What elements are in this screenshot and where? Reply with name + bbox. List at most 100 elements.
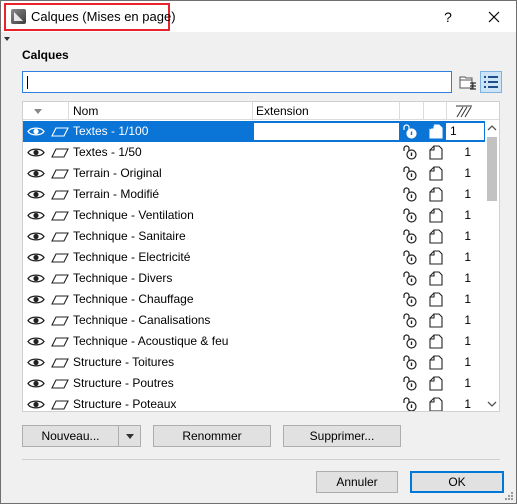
layer-number: 1 xyxy=(464,250,471,264)
eye-icon[interactable] xyxy=(27,189,45,200)
eye-icon[interactable] xyxy=(27,336,45,347)
eye-icon[interactable] xyxy=(27,357,45,368)
eye-icon[interactable] xyxy=(27,147,45,158)
page-icon[interactable] xyxy=(429,166,443,181)
eye-icon[interactable] xyxy=(27,168,45,179)
table-row[interactable]: Structure - Poteaux 1 xyxy=(23,394,485,412)
lock-open-icon[interactable] xyxy=(402,124,418,139)
help-button[interactable]: ? xyxy=(437,7,459,27)
table-row[interactable]: Textes - 1/100 1 xyxy=(23,121,485,142)
layer-icon xyxy=(51,316,69,326)
lock-open-icon[interactable] xyxy=(402,355,418,370)
table-row[interactable]: Technique - Ventilation 1 xyxy=(23,205,485,226)
ok-button[interactable]: OK xyxy=(410,471,504,493)
lock-open-icon[interactable] xyxy=(402,250,418,265)
table-row[interactable]: Terrain - Modifié 1 xyxy=(23,184,485,205)
layer-icon xyxy=(51,253,69,263)
table-row[interactable]: Technique - Chauffage 1 xyxy=(23,289,485,310)
lock-open-icon[interactable] xyxy=(402,229,418,244)
table-row[interactable]: Terrain - Original 1 xyxy=(23,163,485,184)
table-row[interactable]: Textes - 1/50 1 xyxy=(23,142,485,163)
lock-open-icon[interactable] xyxy=(402,376,418,391)
page-icon[interactable] xyxy=(429,229,443,244)
header-separator xyxy=(252,102,253,120)
layer-number: 1 xyxy=(464,313,471,327)
table-row[interactable]: Technique - Canalisations 1 xyxy=(23,310,485,331)
page-icon[interactable] xyxy=(429,250,443,265)
page-icon[interactable] xyxy=(429,313,443,328)
page-icon[interactable] xyxy=(429,271,443,286)
eye-icon[interactable] xyxy=(27,399,45,410)
eye-icon[interactable] xyxy=(27,378,45,389)
layer-name: Textes - 1/100 xyxy=(73,124,149,138)
column-header-name[interactable]: Nom xyxy=(73,102,98,120)
lock-open-icon[interactable] xyxy=(402,313,418,328)
page-icon[interactable] xyxy=(429,376,443,391)
layer-number: 1 xyxy=(464,355,471,369)
list-icon xyxy=(484,76,498,88)
lock-open-icon[interactable] xyxy=(402,145,418,160)
layer-extension[interactable] xyxy=(254,123,399,140)
eye-icon[interactable] xyxy=(27,252,45,263)
resize-grip-icon[interactable] xyxy=(504,491,514,501)
table-row[interactable]: Technique - Divers 1 xyxy=(23,268,485,289)
page-icon[interactable] xyxy=(429,355,443,370)
layer-name: Structure - Toitures xyxy=(73,355,175,369)
new-button[interactable]: Nouveau... xyxy=(22,425,119,447)
eye-icon[interactable] xyxy=(27,210,45,221)
lock-open-icon[interactable] xyxy=(402,166,418,181)
page-icon[interactable] xyxy=(429,292,443,307)
cancel-button[interactable]: Annuler xyxy=(316,471,398,493)
delete-button[interactable]: Supprimer... xyxy=(283,425,401,447)
table-row[interactable]: Technique - Electricité 1 xyxy=(23,247,485,268)
layer-icon xyxy=(51,400,69,410)
scroll-down-icon[interactable] xyxy=(487,400,497,408)
page-icon[interactable] xyxy=(429,397,443,412)
collapse-arrow-icon[interactable] xyxy=(4,37,10,41)
layer-number: 1 xyxy=(464,229,471,243)
window-title: Calques (Mises en page) xyxy=(31,9,176,24)
table-row[interactable]: Technique - Acoustique & feu 1 xyxy=(23,331,485,352)
eye-icon[interactable] xyxy=(27,294,45,305)
lock-open-icon[interactable] xyxy=(402,334,418,349)
lock-open-icon[interactable] xyxy=(402,187,418,202)
page-icon[interactable] xyxy=(429,334,443,349)
rename-button[interactable]: Renommer xyxy=(153,425,271,447)
layer-number[interactable]: 1 xyxy=(446,123,484,140)
layer-number: 1 xyxy=(464,292,471,306)
page-icon[interactable] xyxy=(429,124,443,139)
eye-icon[interactable] xyxy=(27,273,45,284)
layer-name: Structure - Poutres xyxy=(73,376,174,390)
table-row[interactable]: Structure - Poutres 1 xyxy=(23,373,485,394)
tree-view-button[interactable] xyxy=(457,71,479,93)
lock-open-icon[interactable] xyxy=(402,271,418,286)
new-dropdown-button[interactable] xyxy=(118,425,141,447)
page-icon[interactable] xyxy=(429,208,443,223)
page-icon[interactable] xyxy=(429,187,443,202)
lock-open-icon[interactable] xyxy=(402,292,418,307)
eye-icon[interactable] xyxy=(27,126,45,137)
layer-icon xyxy=(51,232,69,242)
layer-icon xyxy=(51,337,69,347)
list-view-button[interactable] xyxy=(480,71,502,93)
table-row[interactable]: Structure - Toitures 1 xyxy=(23,352,485,373)
layer-number: 1 xyxy=(464,145,471,159)
calques-dialog: Calques (Mises en page) ? Calques Nom Ex… xyxy=(0,0,517,504)
folder-tree-icon xyxy=(459,76,476,90)
page-icon[interactable] xyxy=(429,145,443,160)
search-input[interactable] xyxy=(22,71,452,93)
sort-arrow-icon[interactable] xyxy=(34,109,42,114)
scroll-up-icon[interactable] xyxy=(487,124,497,132)
close-button[interactable] xyxy=(481,5,507,29)
vertical-scrollbar[interactable] xyxy=(485,121,499,411)
eye-icon[interactable] xyxy=(27,315,45,326)
column-header-extension[interactable]: Extension xyxy=(256,102,309,120)
lock-open-icon[interactable] xyxy=(402,208,418,223)
table-row[interactable]: Technique - Sanitaire 1 xyxy=(23,226,485,247)
eye-icon[interactable] xyxy=(27,231,45,242)
layer-number: 1 xyxy=(464,208,471,222)
scroll-thumb[interactable] xyxy=(487,137,497,201)
layer-icon xyxy=(51,358,69,368)
layer-icon xyxy=(51,211,69,221)
lock-open-icon[interactable] xyxy=(402,397,418,412)
